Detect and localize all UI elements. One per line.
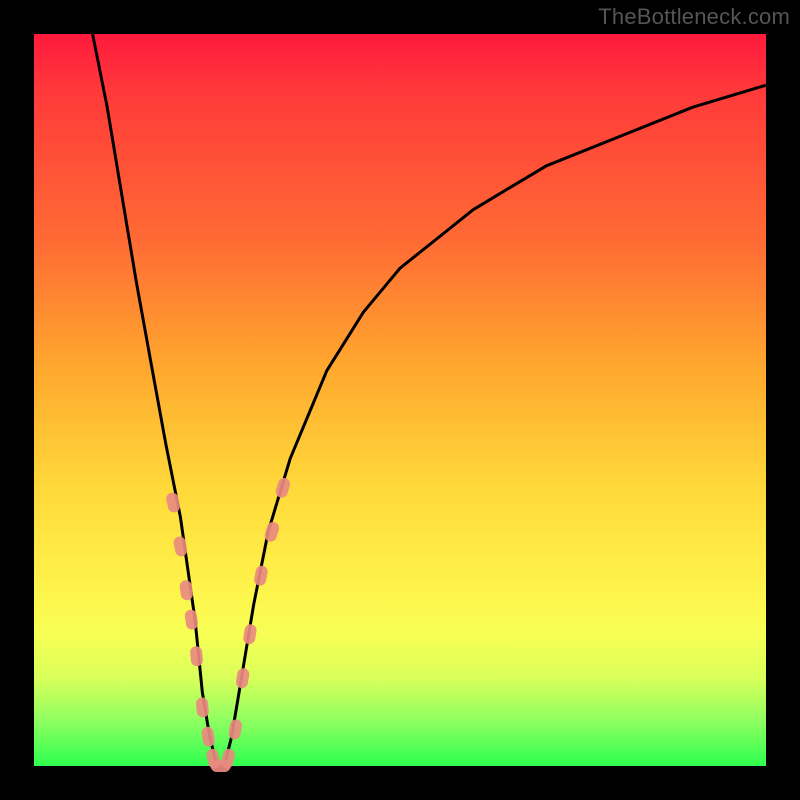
watermark-text: TheBottleneck.com [598,4,790,30]
marker-point [228,719,243,741]
curve-layer [34,34,766,766]
marker-point [179,580,194,601]
marker-point [235,667,250,689]
marker-point [195,697,209,718]
plot-area [34,34,766,766]
marker-point [190,646,204,667]
marker-point [242,623,257,645]
marker-point [253,565,269,587]
marker-point [184,609,199,630]
marker-point [201,726,216,748]
marker-point [274,476,291,499]
chart-frame: TheBottleneck.com [0,0,800,800]
